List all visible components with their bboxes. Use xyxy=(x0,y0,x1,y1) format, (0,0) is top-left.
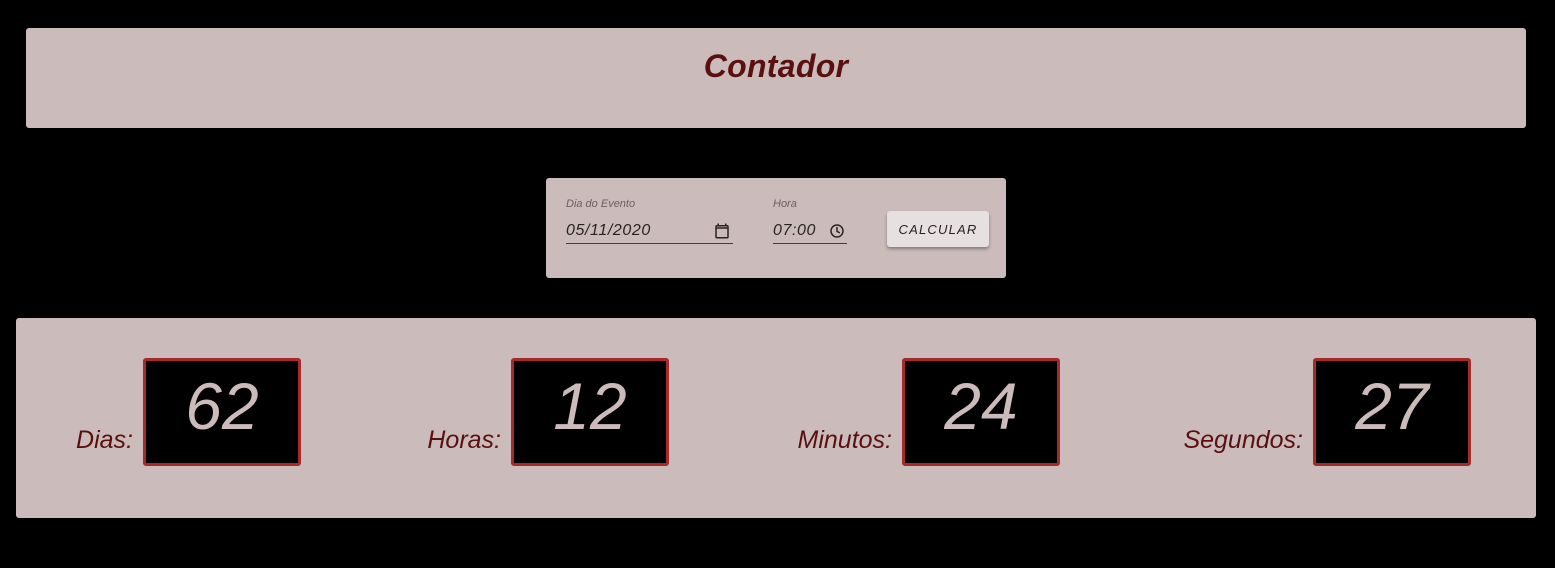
seconds-label: Segundos: xyxy=(1183,426,1303,454)
countdown-panel: Dias: 62 Horas: 12 Minutos: 24 Segundos:… xyxy=(16,318,1536,518)
event-time-field[interactable]: Hora 07:00 xyxy=(773,198,847,244)
event-form: Dia do Evento 05/11/2020 Hora 07:00 CALC… xyxy=(546,178,1006,278)
seconds-box: 27 xyxy=(1313,358,1471,466)
seconds-value: 27 xyxy=(1355,369,1429,443)
event-time-input[interactable]: 07:00 xyxy=(773,218,847,244)
header-bar: Contador xyxy=(26,28,1526,128)
page-title: Contador xyxy=(703,48,849,84)
event-date-value: 05/11/2020 xyxy=(566,221,651,239)
calendar-icon[interactable] xyxy=(713,222,731,240)
countdown-seconds: Segundos: 27 xyxy=(16,358,1471,466)
clock-icon[interactable] xyxy=(829,223,845,239)
calculate-button[interactable]: CALCULAR xyxy=(887,211,989,247)
event-date-label: Dia do Evento xyxy=(566,198,636,210)
event-date-input[interactable]: 05/11/2020 xyxy=(566,218,733,244)
event-date-field[interactable]: Dia do Evento 05/11/2020 xyxy=(566,198,733,244)
event-time-value: 07:00 xyxy=(773,221,817,239)
event-time-label: Hora xyxy=(773,198,797,210)
